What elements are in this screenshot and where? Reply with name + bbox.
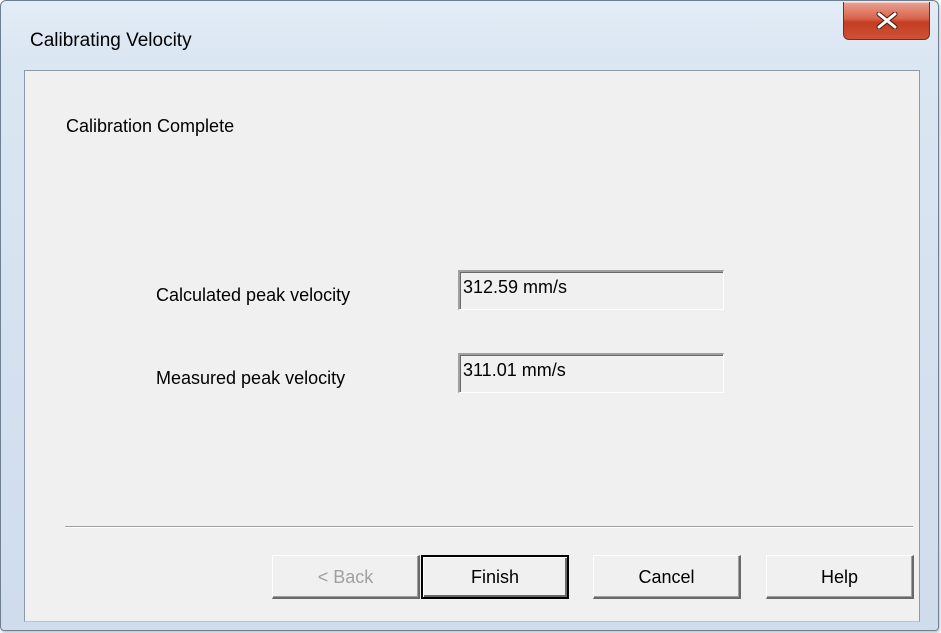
cancel-button[interactable]: Cancel — [593, 555, 741, 599]
calculated-peak-velocity-field: 312.59 mm/s — [458, 270, 724, 310]
back-button[interactable]: < Back — [272, 555, 420, 599]
measured-peak-velocity-label: Measured peak velocity — [156, 368, 346, 388]
finish-button[interactable]: Finish — [421, 555, 569, 599]
page-heading: Calibration Complete — [66, 116, 235, 136]
window-title: Calibrating Velocity — [30, 30, 192, 51]
dialog-client-area: Calibration Complete Calculated peak vel… — [24, 70, 920, 622]
close-button[interactable] — [843, 2, 930, 40]
dialog-window: Calibrating Velocity Calibration Complet… — [0, 0, 939, 631]
close-x-icon — [876, 12, 898, 29]
title-bar[interactable]: Calibrating Velocity — [1, 1, 938, 69]
separator-line — [65, 526, 913, 528]
calculated-peak-velocity-label: Calculated peak velocity — [156, 285, 351, 305]
help-button[interactable]: Help — [766, 555, 914, 599]
measured-peak-velocity-field: 311.01 mm/s — [458, 353, 724, 393]
